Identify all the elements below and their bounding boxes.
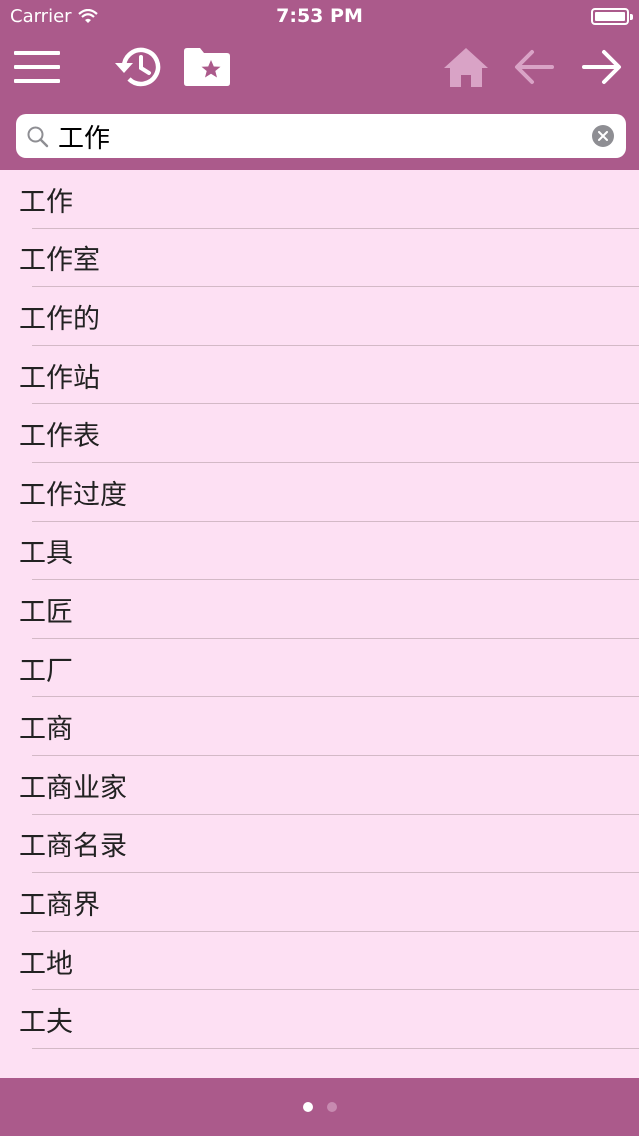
menu-icon (14, 51, 60, 83)
search-input[interactable] (58, 114, 578, 158)
result-row[interactable]: 工作 (0, 170, 639, 229)
result-row[interactable]: 工作表 (0, 404, 639, 463)
page-dot[interactable] (302, 1102, 313, 1112)
result-row[interactable]: 工厂 (0, 639, 639, 698)
favorites-button[interactable] (182, 34, 232, 100)
result-row[interactable]: 工商名录 (0, 815, 639, 874)
forward-button[interactable] (578, 34, 626, 100)
page-indicator[interactable] (0, 1102, 639, 1112)
home-button[interactable] (440, 34, 492, 100)
result-row[interactable]: 工作站 (0, 346, 639, 405)
search-box[interactable] (16, 114, 626, 158)
result-row[interactable]: 工具 (0, 522, 639, 581)
result-row[interactable]: 工地 (0, 932, 639, 991)
search-icon (27, 126, 49, 148)
result-row[interactable]: 工商业家 (0, 756, 639, 815)
battery-icon (591, 8, 633, 25)
clear-search-button[interactable] (592, 125, 614, 147)
result-row[interactable]: 工作室 (0, 229, 639, 288)
back-button[interactable] (510, 34, 558, 100)
menu-button[interactable] (10, 34, 64, 100)
forward-arrow-icon (582, 50, 621, 84)
result-row[interactable]: 工夫 (0, 990, 639, 1049)
result-row[interactable]: 工商 (0, 697, 639, 756)
results-list: 工作 工作室 工作的 工作站 工作表 工作过度 工具 工匠 工厂 工商 工商业家 工商名录 工商界 工地工… (0, 170, 639, 1049)
home-icon (444, 48, 488, 87)
history-button[interactable] (110, 34, 166, 100)
result-row[interactable]: 工作过度 (0, 463, 639, 522)
back-arrow-icon (515, 50, 554, 84)
toolbar (0, 34, 639, 104)
favorites-folder-icon (184, 48, 230, 86)
page-dot[interactable] (326, 1102, 337, 1112)
result-row[interactable]: 工匠 (0, 580, 639, 639)
clear-icon (598, 131, 608, 141)
status-bar: Carrier 7:53 PM (0, 0, 639, 34)
bottom-bar (0, 1078, 639, 1136)
clock: 7:53 PM (276, 5, 363, 27)
history-icon (115, 47, 161, 87)
result-row[interactable]: 工作的 (0, 287, 639, 346)
result-row[interactable]: 工商界 (0, 873, 639, 932)
search-bar (0, 104, 639, 170)
